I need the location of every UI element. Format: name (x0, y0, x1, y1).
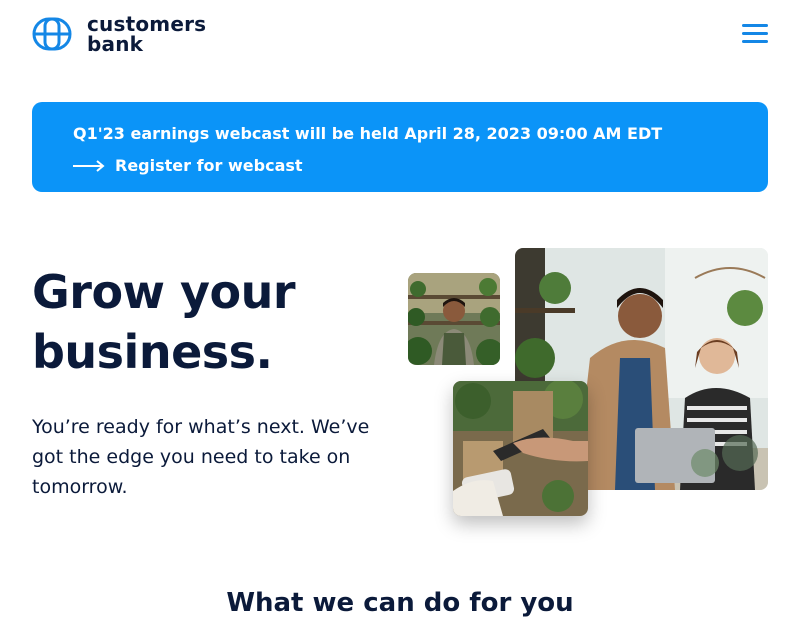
photo-card-payment (453, 381, 588, 516)
brand-logo[interactable]: customers bank (32, 12, 206, 56)
photo-shop-owner-smiling (408, 273, 500, 365)
section-title-what-we-do: What we can do for you (226, 588, 574, 618)
site-header: customers bank (32, 12, 768, 56)
hero-subtitle: You’re ready for what’s next. We’ve got … (32, 416, 370, 498)
register-webcast-link[interactable]: Register for webcast (73, 156, 303, 175)
brand-name-line1: customers (87, 12, 207, 36)
earnings-webcast-banner: Q1'23 earnings webcast will be held Apri… (32, 102, 768, 192)
brand-name: customers bank (87, 14, 206, 54)
register-webcast-label: Register for webcast (115, 156, 303, 175)
arrow-right-icon (73, 159, 105, 172)
hero-title: Grow your business. (32, 265, 296, 379)
banner-title: Q1'23 earnings webcast will be held Apri… (73, 124, 663, 143)
hamburger-menu-icon[interactable] (742, 24, 768, 44)
customers-bank-logo-icon (32, 17, 72, 51)
brand-name-line2: bank (87, 32, 144, 56)
